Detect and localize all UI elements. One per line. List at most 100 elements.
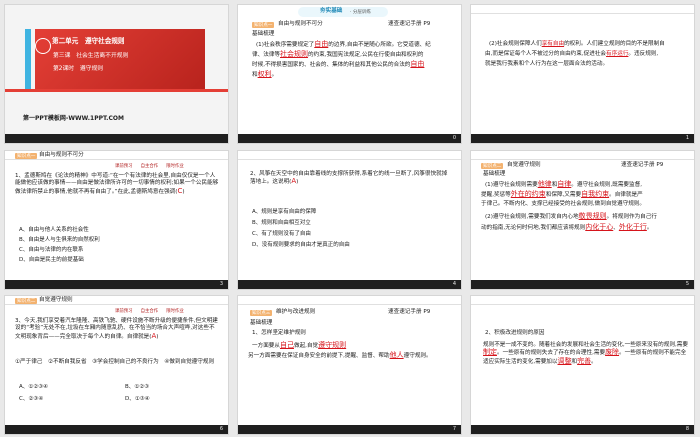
- text: (1)遵守社会规则需要: [485, 182, 538, 188]
- text: 。违反规则,: [628, 51, 659, 57]
- circle-icon: [35, 38, 51, 54]
- period-title: 第2课时 遵守规则: [53, 66, 104, 72]
- slide-thumbnail-3[interactable]: (2)社会规则保障人们享有自由的权利。人们建立规则的目的不是限制自 由,而是保证…: [470, 4, 695, 144]
- text: (2)社会规则保障人们: [489, 41, 542, 47]
- text: 。遵守社会规则,既需要监督,: [571, 182, 642, 188]
- answer-text: 享有自由: [541, 41, 565, 47]
- option: C、自由与法律的内在联系: [19, 247, 84, 253]
- text: (2)遵守社会规则,需要我们发自内心地: [485, 214, 579, 220]
- slide-number: 7: [452, 426, 456, 432]
- answer-text: 完善: [577, 356, 592, 365]
- subheading: 2、积极改进规则的原因: [485, 330, 545, 336]
- slide-number: 1: [685, 135, 689, 141]
- option: A、①②③④: [19, 384, 48, 390]
- option: D、没有规则要求的自由才是真正的自由: [252, 242, 350, 248]
- section-tag: 知识点二: [481, 163, 504, 169]
- col-tag: 限时作业: [166, 164, 184, 169]
- option: D、①③④: [125, 396, 150, 402]
- text: 由,而是保证每个人不被过分的自由约束,促进社会: [485, 51, 607, 57]
- text: 的权利。人们建立规则的目的不是限制自: [564, 41, 665, 47]
- slide-number: 3: [219, 281, 223, 287]
- answer-text: 自由: [314, 40, 329, 48]
- answer-text: 权利: [257, 70, 272, 78]
- answer-text: 遵守规则: [318, 341, 347, 349]
- text: 动的指南,无论何时何地,我们都应该将规则: [481, 225, 586, 231]
- text: 做起,自觉: [293, 343, 319, 349]
- slide-thumbnail-9[interactable]: 2、积极改进规则的原因 规则不是一成不变的。随着社会的发展和社会生活的变化,一些…: [470, 295, 695, 435]
- answer-text: A: [291, 177, 297, 186]
- slide-thumbnail-7[interactable]: 知识点二 自觉遵守规则 课前预习 自主合作 限时作业 3、今天,我们享受着汽车隆隆、…: [4, 295, 229, 435]
- section-tag: 知识点一: [252, 22, 275, 28]
- slide-number: 0: [452, 135, 456, 141]
- text: 。自律就是严: [609, 192, 643, 198]
- slide-number: 8: [685, 426, 689, 432]
- subheading: 基础梳理: [483, 171, 506, 177]
- reference: 速查速记手册 P9: [388, 21, 431, 27]
- sub-statements: ①严于律己 ②不断自我反省 ③学会控制自己的不良行为 ④做到自觉遵守规则: [15, 359, 215, 365]
- col-tag: 自主合作: [140, 309, 159, 314]
- answer-text: 调整: [557, 356, 572, 365]
- answer-text: 社会规则: [279, 50, 308, 58]
- lesson-title: 第三课 社会生活离不开规则: [53, 53, 129, 59]
- answer-text: 外在的约束: [510, 190, 546, 198]
- subheading: 基础梳理: [250, 320, 273, 326]
- option: B、①②③: [125, 384, 150, 390]
- slide-thumbnail-5[interactable]: 2、风筝在天空中的自由靠着线的支撑所获得,系着它的线一旦断了,风筝很快就掉落地上…: [237, 150, 462, 290]
- text: 的边界,自由不是随心所欲。它受道德、纪: [328, 42, 431, 48]
- text: 规则不是一成不变的。随着社会的发展和社会生活的变化,一些原来没有的规则,需要: [483, 342, 688, 348]
- slide-footer: 4: [238, 280, 461, 289]
- text: 。: [591, 358, 597, 365]
- option: B、自由是人与生俱来的自然权利: [19, 237, 100, 243]
- text: 提醒,奖惩等: [481, 192, 511, 198]
- option: C、②③④: [19, 396, 44, 402]
- section-title: 自觉遵守规则: [507, 162, 541, 168]
- question-text: 1、孟德斯鸠在《论法的精神》中写道:“在一个有法律的社会里,自由仅仅是一个人能做…: [15, 173, 219, 195]
- slide-footer: 0: [238, 134, 461, 143]
- slide-footer: 3: [5, 280, 228, 289]
- text: 。: [646, 225, 653, 231]
- answer-text: 他律: [537, 180, 552, 188]
- answer-text: 自我约束: [581, 190, 610, 198]
- slide-footer: 7: [238, 425, 461, 434]
- slide-thumbnail-6[interactable]: 知识点二 自觉遵守规则 速查速记手册 P9 基础梳理 (1)遵守社会规则需要他律…: [470, 150, 695, 290]
- brand-title: 夯实基础: [320, 8, 343, 14]
- unit-title: 第二单元 遵守社会规则: [52, 37, 125, 45]
- text: 的约束,我国宪法规定,公民在行使自由和权利的: [307, 52, 424, 58]
- text: 遵守规则。: [403, 353, 432, 359]
- slide-footer: 8: [471, 425, 694, 434]
- answer-text: C: [177, 186, 183, 195]
- option: D、自由是民主的前提基础: [19, 257, 84, 263]
- slide-number: 6: [219, 426, 223, 432]
- slide-thumbnail-8[interactable]: 知识点三 维护与改进规则 速查速记手册 P9 基础梳理 1、怎样坚定维护规则 一…: [237, 295, 462, 435]
- decor-stripe: [25, 29, 31, 89]
- option: A、规则是享有自由的保障: [252, 209, 317, 215]
- template-url: 第一PPT模板网-WWW.1PPT.COM: [23, 115, 124, 122]
- slide-thumbnail-2[interactable]: 夯实基础 · 分层训练 知识点一 自由与规则不可分 速查速记手册 P9 基础梳理…: [237, 4, 462, 144]
- col-tag: 自主合作: [140, 164, 159, 169]
- brand-sub: · 分层训练: [350, 10, 371, 15]
- text: 于律己。不断内化、支撑已经接受的社会规则,做到自觉遵守规则。: [481, 201, 645, 207]
- section-title: 自由与规则不可分: [39, 152, 84, 158]
- col-tag: 限时作业: [166, 309, 184, 314]
- slide-footer: 5: [471, 280, 694, 289]
- question-text: 3、今天,我们享受着汽车隆隆、高铁飞驰、硬件设施不断升级的便捷条件,但文明建设的…: [15, 318, 218, 340]
- text: 。: [271, 72, 278, 78]
- option: C、有了规则没有了自由: [252, 231, 311, 237]
- col-tag: 课前预习: [115, 164, 133, 169]
- option: A、自由与他人关系的社会性: [19, 227, 89, 233]
- section-title: 自觉遵守规则: [39, 297, 73, 303]
- text: 一方面要从: [252, 343, 280, 349]
- text: 。一些原有的规则失去了存在的合理性,需要: [497, 350, 606, 357]
- text: 律、法律等: [252, 52, 280, 58]
- question-text: 2、风筝在天空中的自由靠着线的支撑所获得,系着它的线一旦断了,风筝很快就掉落地上…: [250, 171, 448, 186]
- slide-thumbnail-1[interactable]: 第二单元 遵守社会规则 第三课 社会生活离不开规则 第2课时 遵守规则 第一PP…: [4, 4, 229, 144]
- section-tag: 知识点一: [15, 153, 38, 159]
- slide-footer: 1: [471, 134, 694, 143]
- answer-text: 自律: [557, 180, 572, 188]
- option: B、规则和自由相互对立: [252, 220, 311, 226]
- slide-thumbnail-4[interactable]: 知识点一 自由与规则不可分 课前预习 自主合作 限时作业 1、孟德斯鸠在《论法的精神…: [4, 150, 229, 290]
- slide-footer: 6: [5, 425, 228, 434]
- text: 时候,不得损害国家的、社会的、集体的利益和其他公民的合法的: [252, 62, 411, 68]
- section-tag: 知识点二: [15, 298, 38, 304]
- reference: 速查速记手册 P9: [388, 309, 431, 315]
